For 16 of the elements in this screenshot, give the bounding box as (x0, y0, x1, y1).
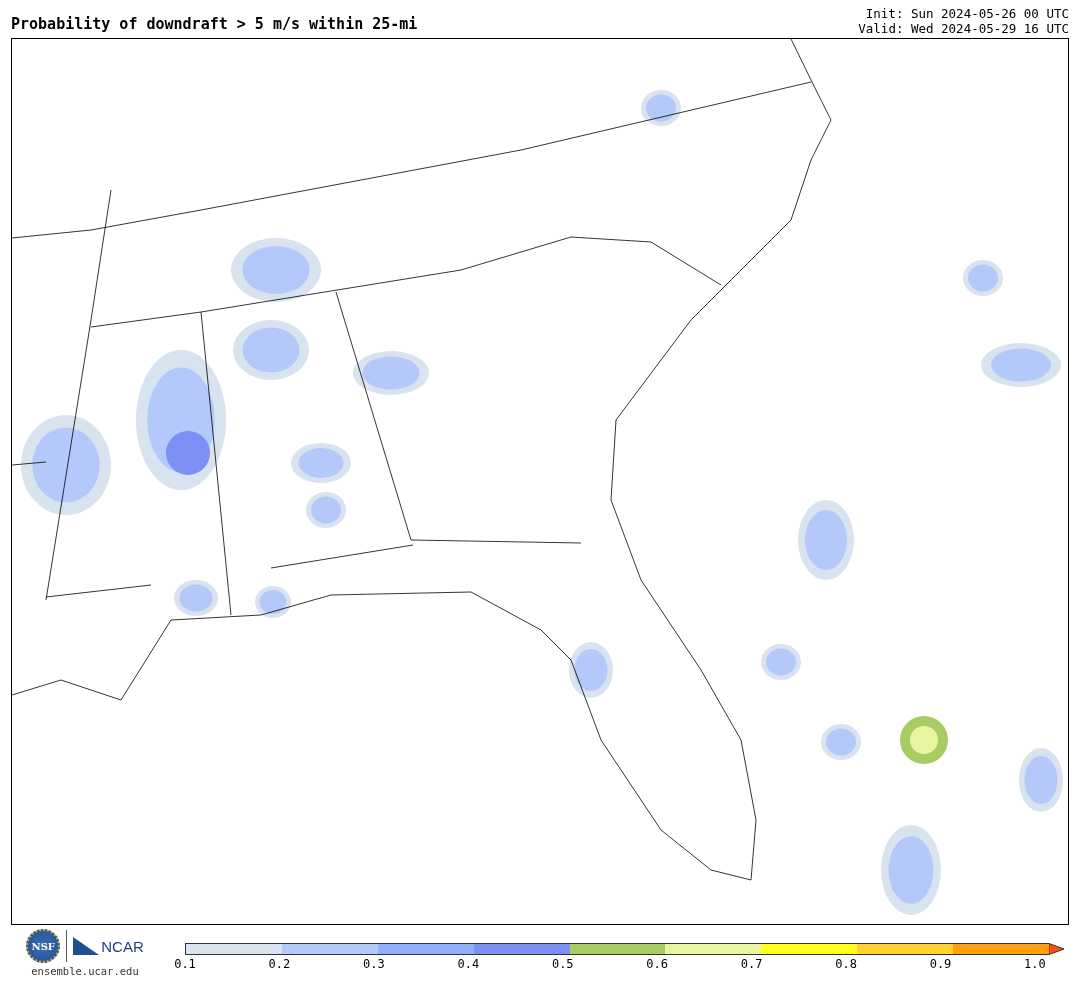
scale-tick-label: 0.6 (645, 957, 670, 971)
scale-tick-label: 0.3 (362, 957, 386, 971)
scale-tick-label: 0.9 (928, 957, 953, 971)
nsf-logo: NSF (26, 929, 61, 963)
scale-tick-label: 0.2 (267, 957, 292, 971)
scale-tick-label: 0.5 (550, 957, 575, 971)
scale-tick-label: 1.0 (1023, 957, 1047, 971)
chart-title: Probability of downdraft > 5 m/s within 25-mi (11, 15, 418, 35)
valid-time: Valid: Wed 2024-05-29 16 UTC (858, 21, 1069, 36)
scale-tick-label: 0.7 (739, 957, 764, 971)
ncar-logo: NCAR (73, 937, 144, 955)
init-time: Init: Sun 2024-05-26 00 UTC (865, 6, 1069, 21)
scale-tick-label: 0.4 (456, 957, 481, 971)
website-url: ensemble.ucar.edu (31, 965, 139, 977)
scale-tick-label: 0.8 (834, 957, 858, 971)
scale-tick-label: 0.1 (173, 957, 197, 971)
